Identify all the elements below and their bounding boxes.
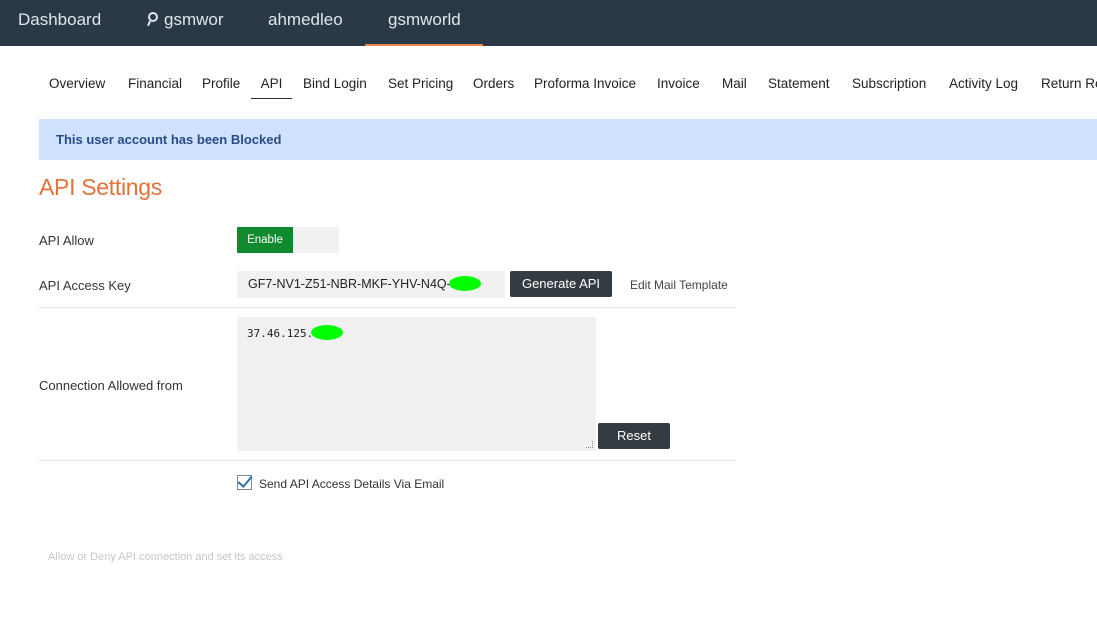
nav-ahmedleo-label: ahmedleo bbox=[268, 10, 343, 29]
edit-mail-template-link[interactable]: Edit Mail Template bbox=[630, 278, 728, 292]
api-access-key-field[interactable]: GF7-NV1-Z51-NBR-MKF-YHV-N4Q- bbox=[237, 271, 505, 298]
blocked-alert-text: This user account has been Blocked bbox=[56, 132, 282, 147]
connection-allowed-value: 37.46.125. bbox=[247, 327, 314, 340]
tab-proforma-invoice[interactable]: Proforma Invoice bbox=[534, 76, 636, 91]
redaction-mark bbox=[311, 325, 344, 340]
divider bbox=[39, 307, 736, 308]
redaction-mark bbox=[448, 276, 481, 291]
hint-text: Allow or Deny API connection and set its… bbox=[48, 551, 283, 563]
tab-orders[interactable]: Orders bbox=[473, 76, 514, 91]
api-access-key-value: GF7-NV1-Z51-NBR-MKF-YHV-N4Q- bbox=[248, 277, 451, 291]
generate-api-button[interactable]: Generate API bbox=[510, 271, 612, 297]
api-access-key-label: API Access Key bbox=[39, 278, 131, 293]
blocked-alert: This user account has been Blocked bbox=[39, 119, 1097, 160]
divider bbox=[39, 460, 736, 461]
resize-grip-icon[interactable] bbox=[586, 441, 593, 448]
tab-financial[interactable]: Financial bbox=[128, 76, 182, 91]
tab-invoice[interactable]: Invoice bbox=[657, 76, 700, 91]
connection-allowed-textarea[interactable]: 37.46.125. bbox=[237, 317, 596, 451]
tab-activity-log[interactable]: Activity Log bbox=[949, 76, 1018, 91]
tab-return[interactable]: Return Re bbox=[1041, 76, 1097, 91]
send-email-label: Send API Access Details Via Email bbox=[259, 477, 445, 491]
tab-bind-login[interactable]: Bind Login bbox=[303, 76, 367, 91]
api-allow-toggle[interactable]: Enable bbox=[237, 227, 339, 253]
tab-statement[interactable]: Statement bbox=[768, 76, 830, 91]
tab-profile[interactable]: Profile bbox=[202, 76, 240, 91]
page-title: API Settings bbox=[39, 174, 162, 200]
nav-gsmworld[interactable]: gsmworld bbox=[365, 0, 483, 46]
search-icon bbox=[146, 12, 158, 26]
tab-mail[interactable]: Mail bbox=[722, 76, 747, 91]
nav-dashboard-label: Dashboard bbox=[18, 10, 102, 29]
tab-api[interactable]: API bbox=[251, 76, 292, 99]
send-email-checkbox[interactable] bbox=[237, 475, 252, 490]
tab-subscription[interactable]: Subscription bbox=[852, 76, 926, 91]
connection-allowed-label: Connection Allowed from bbox=[39, 378, 183, 393]
toggle-enable-label: Enable bbox=[237, 227, 293, 253]
nav-search-gsmwor[interactable]: gsmwor bbox=[146, 0, 224, 46]
api-allow-label: API Allow bbox=[39, 233, 94, 248]
nav-dashboard[interactable]: Dashboard bbox=[18, 0, 101, 46]
tab-set-pricing[interactable]: Set Pricing bbox=[388, 76, 453, 91]
nav-gsmworld-label: gsmworld bbox=[388, 10, 461, 29]
nav-gsmwor-label: gsmwor bbox=[164, 10, 224, 29]
account-subnav: Overview Financial Profile API Bind Logi… bbox=[0, 70, 1097, 102]
top-navbar: Dashboard gsmwor ahmedleo gsmworld bbox=[0, 0, 1097, 46]
tab-overview[interactable]: Overview bbox=[49, 76, 105, 91]
nav-ahmedleo[interactable]: ahmedleo bbox=[268, 0, 343, 46]
reset-button[interactable]: Reset bbox=[598, 423, 670, 449]
